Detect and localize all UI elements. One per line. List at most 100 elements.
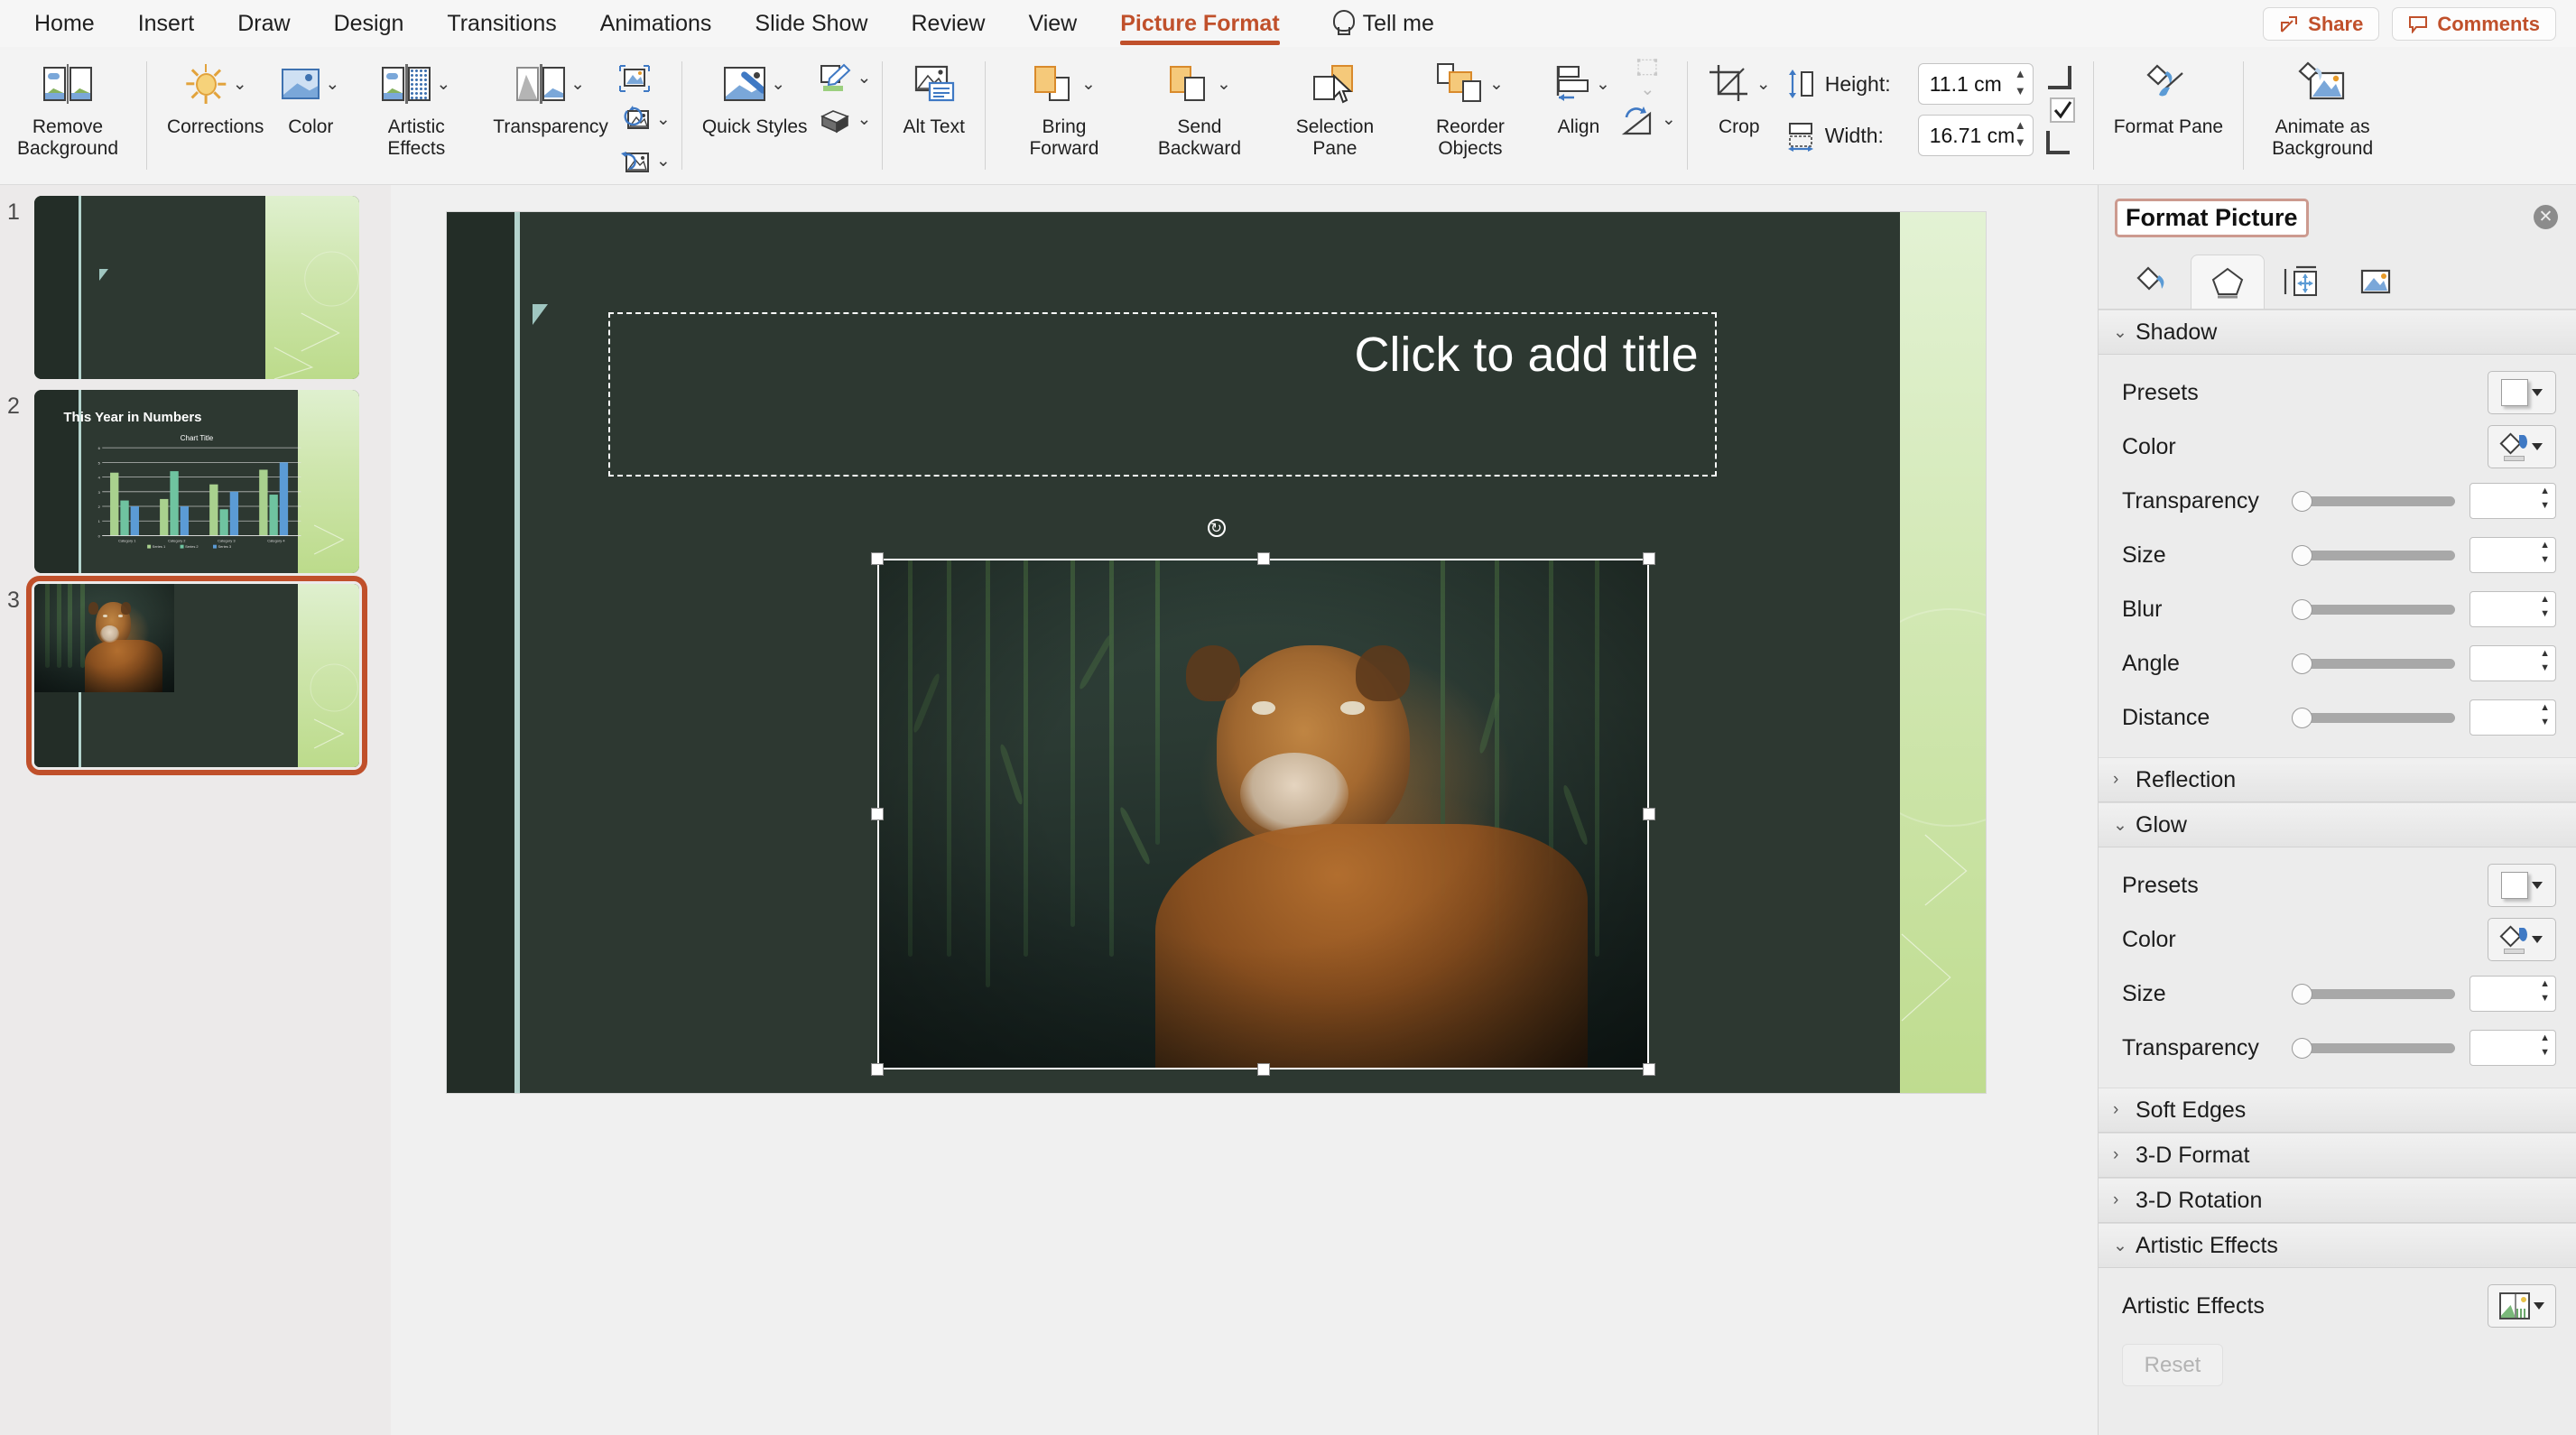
menu-item-picture-format[interactable]: Picture Format bbox=[1120, 0, 1279, 47]
change-picture-button[interactable]: ⌄ bbox=[617, 141, 671, 181]
shadow-angle-input[interactable]: ▲▼ bbox=[2469, 645, 2556, 681]
resize-handle-ne[interactable] bbox=[1643, 552, 1655, 565]
resize-handle-e[interactable] bbox=[1643, 808, 1655, 820]
width-stepper[interactable]: ▲▼ bbox=[2015, 119, 2026, 148]
artistic-effects-picker[interactable] bbox=[2488, 1284, 2556, 1328]
shadow-blur-slider[interactable] bbox=[2292, 598, 2455, 620]
section-header-shadow[interactable]: ⌄ Shadow bbox=[2099, 310, 2576, 355]
stepper[interactable]: ▲▼ bbox=[2540, 541, 2550, 565]
chevron-down-icon[interactable]: ⌄ bbox=[771, 76, 785, 93]
resize-handle-n[interactable] bbox=[1257, 552, 1270, 565]
stepper[interactable]: ▲▼ bbox=[2540, 595, 2550, 619]
shadow-size-input[interactable]: ▲▼ bbox=[2469, 537, 2556, 573]
section-header-glow[interactable]: ⌄ Glow bbox=[2099, 802, 2576, 847]
resize-handle-nw[interactable] bbox=[871, 552, 884, 565]
stepper[interactable]: ▲▼ bbox=[2540, 979, 2550, 1004]
artistic-effects-button[interactable]: ⌄ Artistic Effects bbox=[348, 52, 484, 159]
close-icon[interactable]: ✕ bbox=[2534, 205, 2558, 229]
format-pane-button[interactable]: Format Pane bbox=[2105, 52, 2232, 138]
stepper[interactable]: ▲▼ bbox=[2540, 703, 2550, 727]
shadow-color-picker[interactable] bbox=[2488, 425, 2556, 468]
picture-tab[interactable] bbox=[2339, 255, 2413, 309]
selection-pane-button[interactable]: Selection Pane bbox=[1267, 52, 1403, 159]
stepper[interactable]: ▲▼ bbox=[2540, 486, 2550, 511]
chevron-down-icon[interactable]: ⌄ bbox=[857, 111, 872, 128]
menu-item-draw[interactable]: Draw bbox=[237, 0, 290, 47]
chevron-down-icon[interactable]: ⌄ bbox=[1081, 76, 1096, 93]
section-header-soft-edges[interactable]: › Soft Edges bbox=[2099, 1088, 2576, 1133]
quick-styles-button[interactable]: ⌄ Quick Styles bbox=[693, 52, 817, 138]
chevron-down-icon[interactable]: ⌄ bbox=[1662, 111, 1676, 128]
slide-thumbnail-1[interactable]: 1 bbox=[0, 185, 391, 379]
stepper[interactable]: ▲▼ bbox=[2540, 1033, 2550, 1058]
menu-item-design[interactable]: Design bbox=[334, 0, 404, 47]
shadow-transparency-slider[interactable] bbox=[2292, 490, 2455, 512]
section-header-reflection[interactable]: › Reflection bbox=[2099, 757, 2576, 802]
bring-forward-button[interactable]: ⌄ Bring Forward bbox=[996, 52, 1132, 159]
section-header-artistic-effects[interactable]: ⌄ Artistic Effects bbox=[2099, 1223, 2576, 1268]
menu-item-animations[interactable]: Animations bbox=[600, 0, 712, 47]
comments-button[interactable]: Comments bbox=[2392, 7, 2556, 41]
chevron-down-icon[interactable]: ⌄ bbox=[1756, 76, 1771, 93]
compress-pictures-button[interactable] bbox=[617, 58, 671, 98]
stepper[interactable]: ▲▼ bbox=[2540, 649, 2550, 673]
size-dialog-launcher[interactable] bbox=[2034, 52, 2082, 170]
chevron-down-icon[interactable]: ⌄ bbox=[1596, 76, 1610, 93]
corrections-button[interactable]: ⌄ Corrections bbox=[158, 52, 273, 138]
menu-item-review[interactable]: Review bbox=[911, 0, 985, 47]
crop-button[interactable]: ⌄ Crop bbox=[1699, 52, 1780, 138]
align-button[interactable]: ⌄ Align bbox=[1538, 52, 1619, 138]
width-input[interactable]: 16.71 cm ▲▼ bbox=[1918, 115, 2034, 156]
shadow-angle-slider[interactable] bbox=[2292, 653, 2455, 674]
slide-preview[interactable]: This Year in Numbers 0123456Category 1Ca… bbox=[34, 390, 359, 573]
share-button[interactable]: Share bbox=[2263, 7, 2379, 41]
section-header-3d-rotation[interactable]: › 3-D Rotation bbox=[2099, 1178, 2576, 1223]
menu-item-insert[interactable]: Insert bbox=[138, 0, 195, 47]
slide-preview[interactable] bbox=[34, 196, 359, 379]
glow-transparency-slider[interactable] bbox=[2292, 1037, 2455, 1059]
picture-effects-button[interactable]: ⌄ bbox=[817, 99, 872, 140]
resize-handle-se[interactable] bbox=[1643, 1063, 1655, 1076]
shadow-distance-input[interactable]: ▲▼ bbox=[2469, 699, 2556, 736]
resize-handle-w[interactable] bbox=[871, 808, 884, 820]
selected-picture[interactable] bbox=[877, 559, 1649, 1069]
format-picture-pane[interactable]: Format Picture ✕ bbox=[2098, 185, 2576, 1435]
chevron-down-icon[interactable]: ⌄ bbox=[325, 76, 339, 93]
rotate-objects-button[interactable]: ⌄ bbox=[1619, 99, 1676, 140]
glow-size-input[interactable]: ▲▼ bbox=[2469, 976, 2556, 1012]
send-backward-button[interactable]: ⌄ Send Backward bbox=[1132, 52, 1267, 159]
chevron-down-icon[interactable]: ⌄ bbox=[570, 76, 585, 93]
slide-thumbnail-2[interactable]: 2 This Year in Numbers 0123456Category 1… bbox=[0, 379, 391, 573]
menu-item-view[interactable]: View bbox=[1028, 0, 1077, 47]
transparency-button[interactable]: ⌄ Transparency bbox=[484, 52, 617, 138]
chevron-down-icon[interactable]: ⌄ bbox=[656, 153, 671, 170]
glow-presets-picker[interactable] bbox=[2488, 864, 2556, 907]
shadow-blur-input[interactable]: ▲▼ bbox=[2469, 591, 2556, 627]
tell-me-button[interactable]: Tell me bbox=[1332, 10, 1434, 37]
remove-background-button[interactable]: Remove Background bbox=[0, 52, 135, 159]
animate-as-background-button[interactable]: Animate as Background bbox=[2255, 52, 2390, 159]
group-objects-button[interactable]: ⌄ bbox=[1619, 58, 1676, 98]
chevron-down-icon[interactable]: ⌄ bbox=[1217, 76, 1231, 93]
rotation-handle[interactable]: ↻ bbox=[1208, 519, 1226, 537]
glow-size-slider[interactable] bbox=[2292, 983, 2455, 1004]
picture-border-button[interactable]: ⌄ bbox=[817, 58, 872, 98]
reorder-objects-button[interactable]: ⌄ Reorder Objects bbox=[1403, 52, 1538, 159]
glow-color-picker[interactable] bbox=[2488, 918, 2556, 961]
chevron-down-icon[interactable]: ⌄ bbox=[1489, 76, 1504, 93]
title-placeholder[interactable]: Click to add title bbox=[608, 312, 1717, 477]
chevron-down-icon[interactable]: ⌄ bbox=[233, 76, 247, 93]
slide-thumbnail-3[interactable]: 3 bbox=[0, 573, 391, 767]
shadow-transparency-input[interactable]: ▲▼ bbox=[2469, 483, 2556, 519]
chevron-down-icon[interactable]: ⌄ bbox=[1640, 81, 1654, 98]
color-button[interactable]: ⌄ Color bbox=[273, 52, 348, 138]
format-pane-tabs[interactable] bbox=[2099, 250, 2576, 310]
shadow-distance-slider[interactable] bbox=[2292, 707, 2455, 728]
slide-canvas[interactable]: Click to add title ↻ bbox=[391, 185, 2098, 1435]
menu-item-slide-show[interactable]: Slide Show bbox=[755, 0, 867, 47]
resize-handle-sw[interactable] bbox=[871, 1063, 884, 1076]
height-input[interactable]: 11.1 cm ▲▼ bbox=[1918, 63, 2034, 105]
glow-transparency-input[interactable]: ▲▼ bbox=[2469, 1030, 2556, 1066]
reset-button[interactable]: Reset bbox=[2122, 1344, 2223, 1386]
effects-tab[interactable] bbox=[2191, 255, 2265, 309]
